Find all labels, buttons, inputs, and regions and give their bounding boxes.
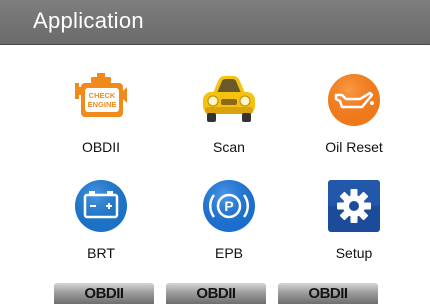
softkey-right-button[interactable]: OBDII	[278, 283, 378, 304]
app-label: Oil Reset	[325, 139, 383, 155]
app-tile-brt[interactable]: BRT	[46, 179, 156, 279]
app-tile-setup[interactable]: Setup	[299, 179, 409, 279]
battery-icon	[71, 179, 131, 233]
title-bar: Application	[0, 0, 430, 45]
app-label: Setup	[335, 245, 373, 261]
parking-brake-icon: P	[199, 179, 259, 233]
softkey-center-button[interactable]: OBDII	[166, 283, 266, 304]
check-engine-icon: CHECK ENGINE	[71, 73, 131, 127]
svg-text:P: P	[224, 198, 233, 214]
page-title: Application	[33, 8, 144, 33]
app-screen: Application CHECK ENGINE OBDII Scan Oil …	[0, 0, 430, 304]
gear-icon	[324, 179, 384, 233]
app-tile-scan[interactable]: Scan	[174, 73, 284, 173]
app-tile-epb[interactable]: P EPB	[174, 179, 284, 279]
softkey-left-button[interactable]: OBDII	[54, 283, 154, 304]
app-label: BRT	[87, 245, 115, 261]
app-tile-obdii[interactable]: CHECK ENGINE OBDII	[46, 73, 156, 173]
app-label: OBDII	[81, 139, 121, 155]
app-label: EPB	[214, 245, 243, 261]
softkey-bar: OBDII OBDII OBDII	[0, 283, 430, 304]
car-icon	[199, 73, 259, 127]
app-tile-oil-reset[interactable]: Oil Reset	[299, 73, 409, 173]
svg-text:CHECK: CHECK	[89, 91, 116, 100]
oil-can-icon	[324, 73, 384, 127]
svg-text:ENGINE: ENGINE	[88, 100, 117, 109]
app-label: Scan	[213, 139, 245, 155]
